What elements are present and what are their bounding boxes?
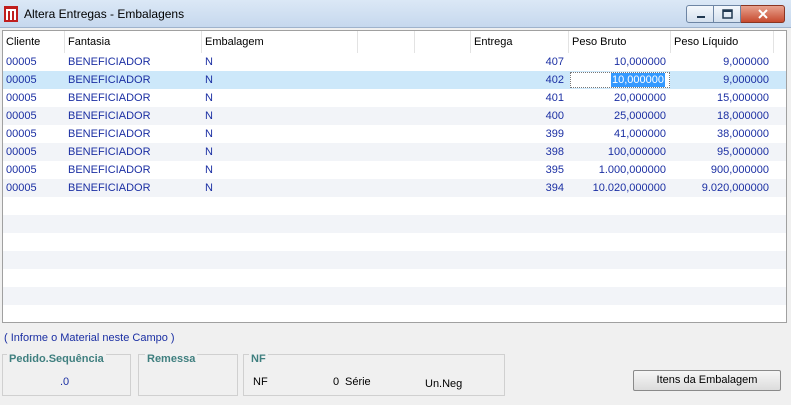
- cell-embalagem[interactable]: N: [202, 107, 358, 125]
- cell-fantasia[interactable]: BENEFICIADOR: [65, 71, 202, 89]
- cell-peso-liquido[interactable]: 15,000000: [671, 89, 774, 107]
- peso-bruto-editor-value: 10,000000: [611, 73, 665, 87]
- cell-peso-liquido[interactable]: 9.020,000000: [671, 179, 774, 197]
- serie-label: Série: [345, 376, 371, 388]
- col-header-embalagem[interactable]: Embalagem: [202, 31, 358, 53]
- cell-entrega[interactable]: 399: [471, 125, 569, 143]
- col-header-fantasia[interactable]: Fantasia: [65, 31, 202, 53]
- cell-cliente[interactable]: 00005: [3, 125, 65, 143]
- col-header-cliente[interactable]: Cliente: [3, 31, 65, 53]
- cell-peso-liquido[interactable]: 38,000000: [671, 125, 774, 143]
- cell-peso-bruto[interactable]: 20,000000: [569, 89, 671, 107]
- maximize-icon: [722, 9, 733, 19]
- nf-label: NF: [253, 376, 268, 388]
- hint-text: ( Informe o Material neste Campo ): [4, 332, 175, 344]
- cell-fantasia[interactable]: BENEFICIADOR: [65, 143, 202, 161]
- pedido-title: Pedido.Sequência: [7, 353, 106, 365]
- table-row[interactable]: 00005 BENEFICIADOR N 399 41,000000 38,000000: [3, 125, 786, 143]
- table-row[interactable]: 00005 BENEFICIADOR N 394 10.020,000000 9.020,…: [3, 179, 786, 197]
- table-row: [3, 233, 786, 251]
- cell-fantasia[interactable]: BENEFICIADOR: [65, 161, 202, 179]
- cell-embalagem[interactable]: N: [202, 179, 358, 197]
- table-row: [3, 197, 786, 215]
- maximize-button[interactable]: [714, 5, 741, 23]
- cell-peso-liquido[interactable]: 900,000000: [671, 161, 774, 179]
- table-row: [3, 305, 786, 322]
- col-header-entrega[interactable]: Entrega: [471, 31, 569, 53]
- cell-embalagem[interactable]: N: [202, 53, 358, 71]
- cell-peso-liquido[interactable]: 18,000000: [671, 107, 774, 125]
- col-header-blank-2[interactable]: [415, 31, 471, 53]
- cell-entrega[interactable]: 400: [471, 107, 569, 125]
- cell-embalagem[interactable]: N: [202, 89, 358, 107]
- table-row: [3, 251, 786, 269]
- cell-cliente[interactable]: 00005: [3, 143, 65, 161]
- table-row: [3, 269, 786, 287]
- cell-peso-bruto[interactable]: 41,000000: [569, 125, 671, 143]
- close-icon: [758, 9, 768, 19]
- cell-peso-bruto[interactable]: 25,000000: [569, 107, 671, 125]
- grid-header: Cliente Fantasia Embalagem Entrega Peso …: [3, 31, 786, 54]
- cell-entrega[interactable]: 401: [471, 89, 569, 107]
- peso-bruto-editor[interactable]: 10,000000: [570, 72, 670, 88]
- table-row[interactable]: 00005 BENEFICIADOR N 398 100,000000 95,000000: [3, 143, 786, 161]
- remessa-title: Remessa: [145, 353, 198, 365]
- app-icon: [4, 6, 18, 22]
- pedido-value[interactable]: .0: [60, 376, 69, 388]
- nf-title: NF: [249, 353, 268, 365]
- cell-peso-bruto[interactable]: 10.020,000000: [569, 179, 671, 197]
- col-header-peso-bruto[interactable]: Peso Bruto: [569, 31, 671, 53]
- cell-embalagem[interactable]: N: [202, 143, 358, 161]
- cell-cliente[interactable]: 00005: [3, 71, 65, 89]
- table-row: [3, 215, 786, 233]
- cell-embalagem[interactable]: N: [202, 125, 358, 143]
- cell-peso-bruto[interactable]: 1.000,000000: [569, 161, 671, 179]
- cell-entrega[interactable]: 394: [471, 179, 569, 197]
- cell-fantasia[interactable]: BENEFICIADOR: [65, 107, 202, 125]
- cell-cliente[interactable]: 00005: [3, 161, 65, 179]
- close-button[interactable]: [741, 5, 785, 23]
- cell-fantasia[interactable]: BENEFICIADOR: [65, 89, 202, 107]
- cell-cliente[interactable]: 00005: [3, 107, 65, 125]
- cell-entrega[interactable]: 407: [471, 53, 569, 71]
- cell-entrega[interactable]: 402: [471, 71, 569, 89]
- cell-peso-liquido[interactable]: 9,000000: [671, 71, 774, 89]
- nf-value[interactable]: 0: [333, 376, 339, 388]
- title-bar: Altera Entregas - Embalagens: [0, 0, 791, 28]
- cell-embalagem[interactable]: N: [202, 71, 358, 89]
- table-row[interactable]: 00005 BENEFICIADOR N 401 20,000000 15,000000: [3, 89, 786, 107]
- itens-da-embalagem-button[interactable]: Itens da Embalagem: [633, 370, 781, 391]
- deliveries-grid[interactable]: Cliente Fantasia Embalagem Entrega Peso …: [2, 30, 787, 323]
- table-row[interactable]: 00005 BENEFICIADOR N 400 25,000000 18,000000: [3, 107, 786, 125]
- cell-entrega[interactable]: 398: [471, 143, 569, 161]
- cell-peso-bruto[interactable]: 100,000000: [569, 143, 671, 161]
- cell-fantasia[interactable]: BENEFICIADOR: [65, 125, 202, 143]
- cell-peso-liquido[interactable]: 9,000000: [671, 53, 774, 71]
- cell-cliente[interactable]: 00005: [3, 89, 65, 107]
- table-row[interactable]: 00005 BENEFICIADOR N 407 10,000000 9,000000: [3, 53, 786, 71]
- cell-embalagem[interactable]: N: [202, 161, 358, 179]
- table-row[interactable]: 00005 BENEFICIADOR N 395 1.000,000000 900,000…: [3, 161, 786, 179]
- cell-cliente[interactable]: 00005: [3, 53, 65, 71]
- col-header-blank-1[interactable]: [358, 31, 415, 53]
- cell-peso-liquido[interactable]: 95,000000: [671, 143, 774, 161]
- unneg-label: Un.Neg: [425, 378, 463, 390]
- cell-peso-bruto[interactable]: 10,000000: [569, 53, 671, 71]
- window-title: Altera Entregas - Embalagens: [24, 7, 185, 21]
- cell-fantasia[interactable]: BENEFICIADOR: [65, 179, 202, 197]
- cell-entrega[interactable]: 395: [471, 161, 569, 179]
- cell-fantasia[interactable]: BENEFICIADOR: [65, 53, 202, 71]
- minimize-icon: [697, 16, 705, 18]
- nf-group: [243, 354, 505, 396]
- table-row[interactable]: 00005 BENEFICIADOR N 402 10,000000 9,000000: [3, 71, 786, 89]
- cell-cliente[interactable]: 00005: [3, 179, 65, 197]
- col-header-peso-liquido[interactable]: Peso Líquido: [671, 31, 774, 53]
- minimize-button[interactable]: [686, 5, 714, 23]
- table-row: [3, 287, 786, 305]
